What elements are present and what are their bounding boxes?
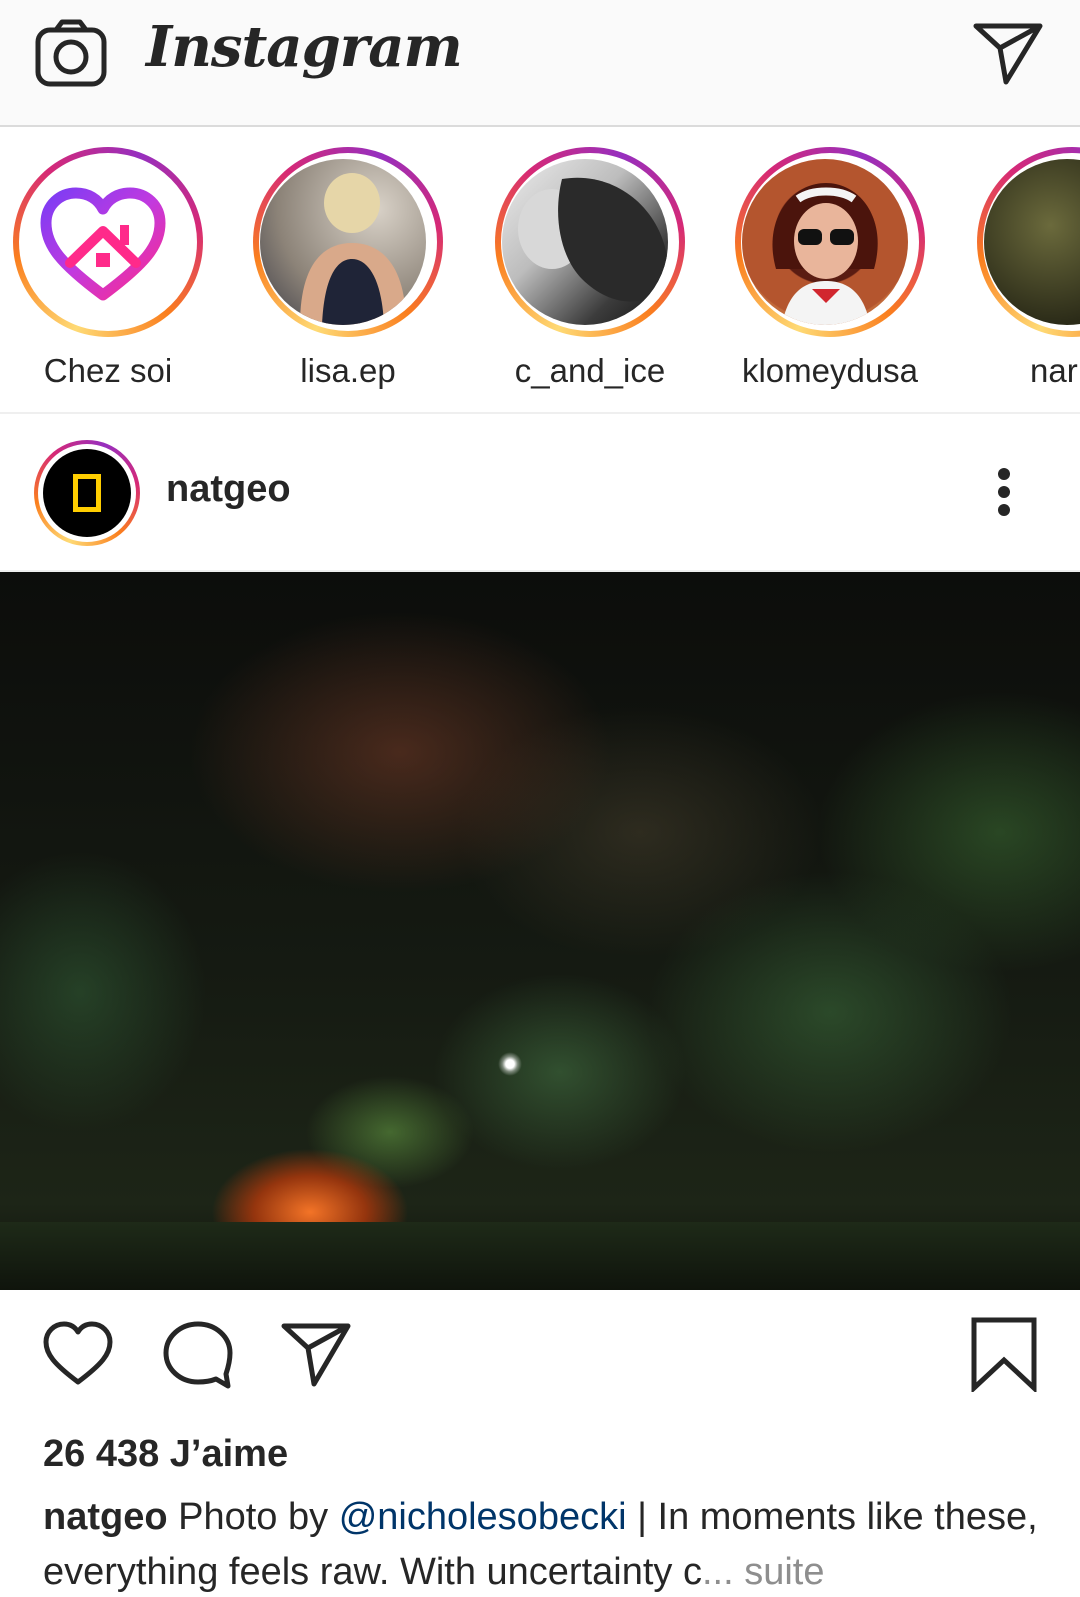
avatar <box>742 159 908 325</box>
avatar <box>20 159 186 325</box>
share-button[interactable] <box>278 1316 354 1392</box>
story-label: c_and_ice <box>514 352 666 389</box>
post-header: natgeo <box>0 416 1080 572</box>
story-klomeydusa[interactable]: klomeydusa <box>730 147 930 397</box>
comment-icon <box>163 1321 233 1389</box>
post-options-button[interactable] <box>985 462 1025 522</box>
likes-count[interactable]: 26 438 J’aime <box>43 1433 288 1476</box>
natgeo-logo-icon <box>73 474 101 512</box>
avatar <box>502 159 668 325</box>
avatar-photo <box>300 173 406 325</box>
like-button[interactable] <box>40 1316 116 1392</box>
camera-icon <box>35 19 107 87</box>
story-label: klomeydusa <box>741 352 919 389</box>
story-chez-soi[interactable]: Chez soi <box>8 147 208 397</box>
camera-button[interactable] <box>34 18 108 88</box>
story-label: Chez soi <box>43 352 173 389</box>
post-actions <box>0 1290 1080 1400</box>
caption-ellipsis: ... <box>701 1551 734 1593</box>
caption-username[interactable]: natgeo <box>43 1496 168 1538</box>
caption-mention[interactable]: @nicholesobecki <box>339 1496 627 1538</box>
avatar-photo <box>772 183 878 325</box>
post-username[interactable]: natgeo <box>166 468 291 511</box>
direct-messages-button[interactable] <box>970 18 1046 88</box>
comment-button[interactable] <box>160 1316 236 1392</box>
caption-text: Photo by <box>167 1496 339 1538</box>
avatar <box>43 449 131 537</box>
story-c-and-ice[interactable]: c_and_ice <box>490 147 690 397</box>
story-nar[interactable]: nar <box>972 147 1080 397</box>
bookmark-icon <box>971 1317 1037 1394</box>
post-avatar-button[interactable] <box>34 440 140 546</box>
heart-icon <box>43 1321 113 1385</box>
stories-tray: Chez soi lisa.ep c_and_ice klomeydusa na… <box>0 129 1080 414</box>
paper-plane-icon <box>973 23 1043 85</box>
post-image[interactable] <box>0 572 1080 1290</box>
avatar-photo <box>518 177 668 302</box>
image-light <box>498 1052 522 1076</box>
paper-plane-icon <box>281 1323 351 1387</box>
save-button[interactable] <box>966 1316 1042 1394</box>
story-lisa-ep[interactable]: lisa.ep <box>248 147 448 397</box>
top-bar: Instagram <box>0 0 1080 127</box>
story-label: nar <box>1030 352 1078 389</box>
heart-home-icon <box>40 187 166 301</box>
avatar <box>260 159 426 325</box>
image-ground <box>0 1222 1080 1290</box>
story-label: lisa.ep <box>300 352 396 389</box>
post-caption: natgeo Photo by @nicholesobecki | In mom… <box>43 1490 1053 1597</box>
caption-more-link[interactable]: suite <box>744 1551 824 1593</box>
instagram-logo: Instagram <box>146 14 463 80</box>
